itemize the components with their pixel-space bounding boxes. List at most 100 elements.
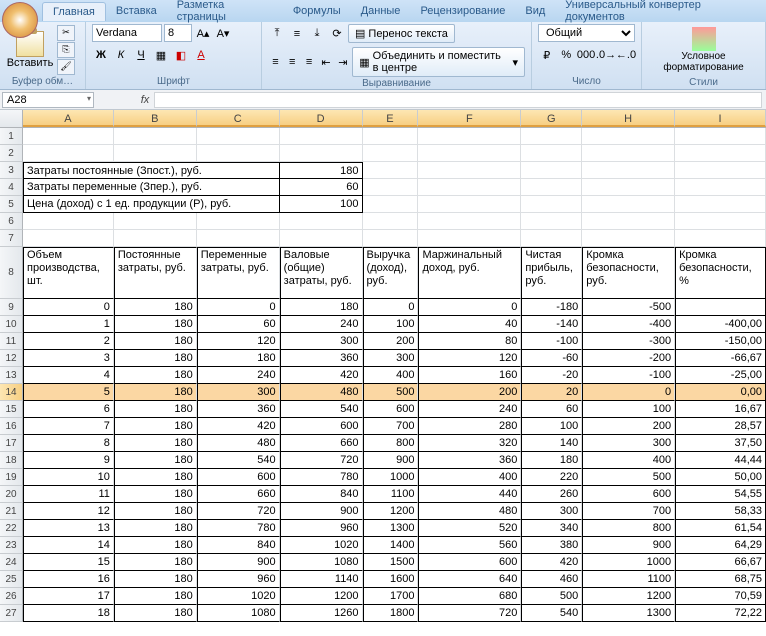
cell[interactable]: 1140 <box>280 571 363 588</box>
cell[interactable]: 300 <box>363 350 419 367</box>
cell[interactable]: 100 <box>280 196 363 213</box>
col-header-A[interactable]: A <box>23 110 114 127</box>
cell[interactable] <box>582 196 675 213</box>
row-header[interactable]: 16 <box>0 418 23 435</box>
cell[interactable]: 180 <box>280 299 363 316</box>
merge-center-button[interactable]: ▦Объединить и поместить в центре▾ <box>352 47 525 77</box>
copy-button[interactable]: ⎘ <box>57 42 75 58</box>
cell[interactable]: 780 <box>280 469 363 486</box>
cell[interactable]: 840 <box>197 537 280 554</box>
cell[interactable] <box>675 196 766 213</box>
cell[interactable] <box>582 145 675 162</box>
cell[interactable]: 60 <box>521 401 582 418</box>
cell[interactable]: 180 <box>114 520 197 537</box>
cell[interactable]: 1080 <box>280 554 363 571</box>
cell[interactable]: 400 <box>418 469 521 486</box>
cell[interactable]: -400,00 <box>675 316 766 333</box>
cell[interactable]: 320 <box>418 435 521 452</box>
cell[interactable]: 380 <box>521 537 582 554</box>
cell[interactable]: 500 <box>363 384 419 401</box>
cell[interactable]: -140 <box>521 316 582 333</box>
cell[interactable]: 180 <box>114 333 197 350</box>
cell[interactable]: 6 <box>23 401 114 418</box>
cell[interactable]: 40 <box>418 316 521 333</box>
cell[interactable]: 200 <box>582 418 675 435</box>
spreadsheet-grid[interactable]: ABCDEFGHI 123Затраты постоянные (Зпост.)… <box>0 110 766 622</box>
cell[interactable]: -25,00 <box>675 367 766 384</box>
cell[interactable] <box>582 213 675 230</box>
cell[interactable] <box>363 213 419 230</box>
align-left-button[interactable]: ≡ <box>268 53 283 71</box>
ribbon-tab-2[interactable]: Разметка страницы <box>167 0 283 26</box>
cell[interactable]: 600 <box>418 554 521 571</box>
cell[interactable]: 180 <box>114 605 197 622</box>
cell[interactable]: 0 <box>363 299 419 316</box>
cell[interactable]: 360 <box>197 401 280 418</box>
underline-button[interactable]: Ч <box>132 46 150 64</box>
cell[interactable]: 600 <box>363 401 419 418</box>
cell[interactable] <box>675 145 766 162</box>
col-header-G[interactable]: G <box>521 110 582 127</box>
col-header-C[interactable]: C <box>197 110 280 127</box>
cell[interactable]: Валовые (общие) затраты, руб. <box>280 247 363 299</box>
cell[interactable]: Постоянные затраты, руб. <box>114 247 197 299</box>
cell[interactable]: 4 <box>23 367 114 384</box>
align-middle-button[interactable]: ≡ <box>288 25 306 43</box>
cell[interactable]: 16 <box>23 571 114 588</box>
cell[interactable] <box>675 230 766 247</box>
cell[interactable]: 360 <box>418 452 521 469</box>
cell[interactable]: 14 <box>23 537 114 554</box>
row-header[interactable]: 11 <box>0 333 23 350</box>
cell[interactable] <box>197 230 280 247</box>
cell[interactable]: 54,55 <box>675 486 766 503</box>
cell[interactable]: 440 <box>418 486 521 503</box>
cell[interactable] <box>521 196 582 213</box>
cell[interactable]: 18 <box>23 605 114 622</box>
bold-button[interactable]: Ж <box>92 46 110 64</box>
cell[interactable] <box>197 213 280 230</box>
cell[interactable]: 10 <box>23 469 114 486</box>
align-center-button[interactable]: ≡ <box>285 53 300 71</box>
cell[interactable] <box>363 128 419 145</box>
row-header[interactable]: 9 <box>0 299 23 316</box>
cell[interactable]: 13 <box>23 520 114 537</box>
number-format-select[interactable]: Общий <box>538 24 635 42</box>
cell[interactable]: 240 <box>280 316 363 333</box>
ribbon-tab-7[interactable]: Универсальный конвертер документов <box>555 0 766 26</box>
row-header[interactable]: 10 <box>0 316 23 333</box>
col-header-F[interactable]: F <box>418 110 521 127</box>
cell[interactable]: 720 <box>418 605 521 622</box>
cell[interactable] <box>582 230 675 247</box>
cell[interactable] <box>521 230 582 247</box>
cell[interactable]: 180 <box>114 469 197 486</box>
cell[interactable]: 200 <box>418 384 521 401</box>
cell[interactable]: 180 <box>114 486 197 503</box>
cell[interactable]: 800 <box>363 435 419 452</box>
cell[interactable]: 1200 <box>363 503 419 520</box>
cell[interactable] <box>23 213 114 230</box>
cell[interactable]: 60 <box>197 316 280 333</box>
cell[interactable] <box>521 213 582 230</box>
row-header[interactable]: 21 <box>0 503 23 520</box>
cell[interactable]: 140 <box>521 435 582 452</box>
fill-color-button[interactable]: ◧ <box>172 46 190 64</box>
row-header[interactable]: 23 <box>0 537 23 554</box>
cell[interactable]: 28,57 <box>675 418 766 435</box>
cell[interactable]: 1100 <box>363 486 419 503</box>
cell[interactable] <box>418 162 521 179</box>
col-header-H[interactable]: H <box>582 110 675 127</box>
col-header-I[interactable]: I <box>675 110 766 127</box>
shrink-font-button[interactable]: A▾ <box>214 24 232 42</box>
align-bottom-button[interactable]: ⤓ <box>308 25 326 43</box>
row-header[interactable]: 4 <box>0 179 23 196</box>
indent-inc-button[interactable]: ⇥ <box>335 53 350 71</box>
row-header[interactable]: 2 <box>0 145 23 162</box>
cell[interactable]: 15 <box>23 554 114 571</box>
row-header[interactable]: 14 <box>0 384 23 401</box>
cell[interactable]: 0 <box>197 299 280 316</box>
cell[interactable]: 8 <box>23 435 114 452</box>
row-header[interactable]: 27 <box>0 605 23 622</box>
ribbon-tab-4[interactable]: Данные <box>351 2 411 20</box>
cell[interactable]: -20 <box>521 367 582 384</box>
cell[interactable]: 780 <box>197 520 280 537</box>
